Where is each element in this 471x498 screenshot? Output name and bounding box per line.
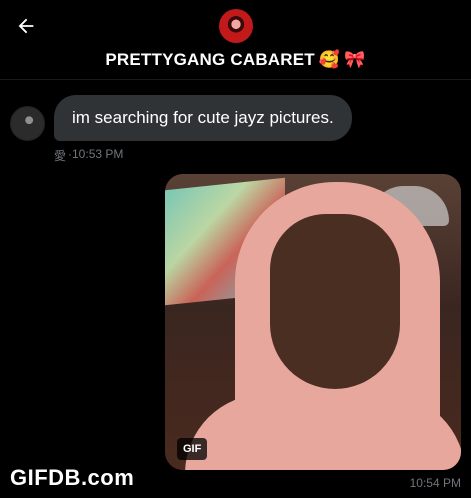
gif-badge: GIF [177,438,208,460]
conversation-header: PRETTYGANG CABARET 🥰 🎀 [0,0,471,80]
message-text: im searching for cute jayz pictures. [72,108,334,127]
gif-face [270,214,400,389]
message-time: ·10:53 PM [68,147,124,161]
watermark-logo: GIFDB.com [10,465,135,490]
message-bubble[interactable]: im searching for cute jayz pictures. [54,95,352,141]
smiling-hearts-emoji: 🥰 [318,50,341,70]
group-name-text: PRETTYGANG CABARET [105,50,315,69]
header-divider [0,79,471,80]
ribbon-emoji: 🎀 [344,50,366,70]
sender-avatar[interactable] [10,106,45,141]
arrow-left-icon [18,18,34,34]
back-button[interactable] [14,14,38,38]
group-name[interactable]: PRETTYGANG CABARET 🥰 🎀 [0,50,471,70]
gif-message[interactable] [165,174,461,470]
gif-shoulders [185,394,461,470]
gif-time: 10:54 PM [409,476,461,490]
message-meta: 愛 ·10:53 PM [54,147,123,164]
group-avatar[interactable] [219,9,253,43]
sender-mark: 愛 [54,149,67,163]
